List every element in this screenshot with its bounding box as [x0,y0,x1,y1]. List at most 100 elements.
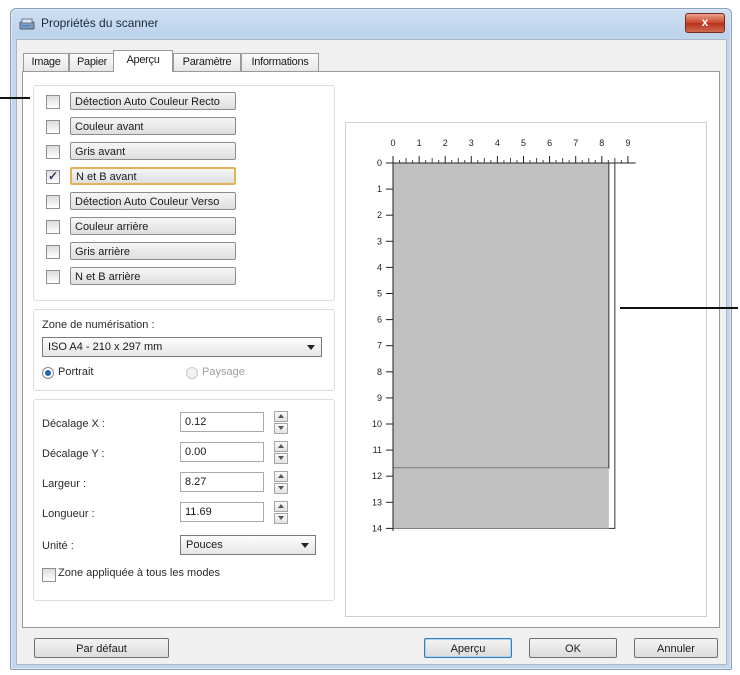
h-ruler-label: 5 [521,138,526,148]
option-checkbox[interactable] [46,220,60,234]
portrait-radio[interactable] [42,367,54,379]
cancel-button[interactable]: Annuler [634,638,718,658]
preview-tab-panel: Détection Auto Couleur Recto Couleur ava… [22,71,720,628]
unit-select[interactable]: Pouces [180,535,316,555]
width-stepper[interactable] [274,471,288,494]
apply-all-label: Zone appliquée à tous les modes [58,567,221,579]
v-ruler-label: 6 [377,315,382,325]
scanner-icon [19,18,35,30]
option-bw-back-button[interactable]: N et B arrière [70,267,236,285]
chevron-down-icon [307,345,315,350]
option-bw-front-button[interactable]: N et B avant [70,167,236,185]
scan-area-value: ISO A4 - 210 x 297 mm [48,341,163,353]
default-button[interactable]: Par défaut [34,638,169,658]
spin-down-icon[interactable] [274,423,288,434]
spin-down-icon[interactable] [274,483,288,494]
spin-up-icon[interactable] [274,501,288,512]
chevron-down-icon [301,543,309,548]
v-ruler-label: 8 [377,367,382,377]
landscape-label: Paysage [202,366,245,378]
spin-up-icon[interactable] [274,441,288,452]
callout-line-right [620,307,738,309]
option-checkbox[interactable] [46,270,60,284]
apply-all-checkbox[interactable] [42,568,56,582]
unit-label: Unité : [42,540,74,552]
scan-area-group: Zone de numérisation : ISO A4 - 210 x 29… [33,309,335,391]
option-color-front-button[interactable]: Couleur avant [70,117,236,135]
h-ruler-label: 6 [547,138,552,148]
v-ruler-label: 4 [377,262,382,272]
h-ruler-label: 2 [443,138,448,148]
option-checkbox[interactable] [46,120,60,134]
spin-up-icon[interactable] [274,411,288,422]
option-checkbox[interactable] [46,195,60,209]
v-ruler-label: 2 [377,210,382,220]
callout-line-left [0,97,30,99]
preview-button[interactable]: Aperçu [424,638,512,658]
option-auto-color-front-button[interactable]: Détection Auto Couleur Recto [70,92,236,110]
v-ruler-label: 1 [377,184,382,194]
preview-canvas[interactable]: 0 1 2 3 4 5 6 7 8 901234567891011121314 [346,123,706,616]
width-field[interactable]: 8.27 [180,472,264,492]
offset-y-stepper[interactable] [274,441,288,464]
offset-x-stepper[interactable] [274,411,288,434]
option-auto-color-back-button[interactable]: Détection Auto Couleur Verso [70,192,236,210]
dialog-body: Image Papier Aperçu Paramètre Informatio… [16,39,727,665]
tab-informations[interactable]: Informations [241,53,319,71]
tab-image[interactable]: Image [23,53,69,71]
h-ruler-label: 4 [495,138,500,148]
option-gray-back-button[interactable]: Gris arrière [70,242,236,260]
scanner-properties-window: Propriétés du scanner x Image Papier Ape… [10,8,732,670]
preview-area[interactable]: 0 1 2 3 4 5 6 7 8 9 0 1 2 3 4 5 6 7 8 9 10 11 12 13 14 [345,122,707,617]
scan-area-label: Zone de numérisation : [42,319,155,331]
close-button[interactable]: x [685,13,725,33]
spin-down-icon[interactable] [274,453,288,464]
h-ruler-label: 7 [573,138,578,148]
h-ruler-label: 3 [469,138,474,148]
window-title: Propriétés du scanner [41,16,159,30]
length-label: Longueur : [42,508,95,520]
h-ruler-label: 0 [390,138,395,148]
length-field[interactable]: 11.69 [180,502,264,522]
v-ruler-label: 12 [372,471,382,481]
spin-up-icon[interactable] [274,471,288,482]
offset-x-label: Décalage X : [42,418,105,430]
image-options-group: Détection Auto Couleur Recto Couleur ava… [33,85,335,301]
scan-area-margin [393,468,609,529]
v-ruler-label: 14 [372,523,382,533]
v-ruler-label: 3 [377,236,382,246]
tab-papier[interactable]: Papier [69,53,115,71]
v-ruler-label: 5 [377,289,382,299]
title-bar[interactable]: Propriétés du scanner x [11,9,731,37]
v-ruler-label: 10 [372,419,382,429]
v-ruler-label: 13 [372,497,382,507]
dimensions-group: Décalage X : 0.12 Décalage Y : 0.00 Larg… [33,399,335,601]
h-ruler-label: 9 [625,138,630,148]
option-color-back-button[interactable]: Couleur arrière [70,217,236,235]
option-gray-front-button[interactable]: Gris avant [70,142,236,160]
width-label: Largeur : [42,478,87,490]
h-ruler-label: 1 [417,138,422,148]
offset-y-label: Décalage Y : [42,448,105,460]
option-checkbox[interactable] [46,95,60,109]
h-ruler-label: 8 [599,138,604,148]
v-ruler-label: 7 [377,341,382,351]
offset-x-field[interactable]: 0.12 [180,412,264,432]
spin-down-icon[interactable] [274,513,288,524]
option-checkbox-checked[interactable] [46,169,60,184]
tab-apercu[interactable]: Aperçu [113,50,173,72]
v-ruler-label: 9 [377,393,382,403]
unit-value: Pouces [186,539,223,551]
v-ruler-label: 0 [377,158,382,168]
ok-button[interactable]: OK [529,638,617,658]
portrait-label: Portrait [58,366,94,378]
scan-area-select[interactable]: ISO A4 - 210 x 297 mm [42,337,322,357]
v-ruler-label: 11 [373,445,382,455]
option-checkbox[interactable] [46,245,60,259]
offset-y-field[interactable]: 0.00 [180,442,264,462]
option-checkbox[interactable] [46,145,60,159]
length-stepper[interactable] [274,501,288,524]
scan-area-rect [392,162,610,469]
landscape-radio[interactable] [186,367,198,379]
tab-parametre[interactable]: Paramètre [173,53,241,71]
